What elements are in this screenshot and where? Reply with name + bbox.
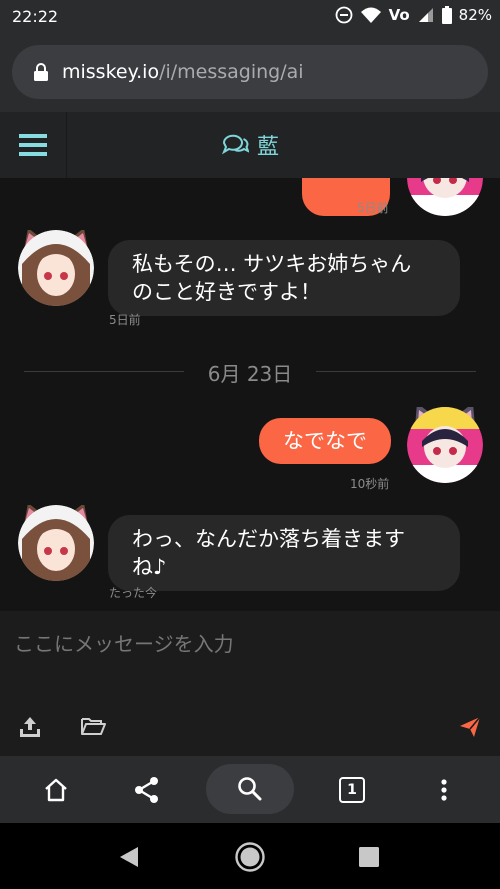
message-list: 5日前 私もその… サツキお姉ちゃん のこと好きですよ！ 5日前 6月 23日 … [0, 178, 500, 611]
browser-toolbar: misskey.io/i/messaging/ai [0, 34, 500, 112]
tab-count: 1 [347, 781, 357, 798]
recents-icon [359, 847, 379, 867]
home-icon [45, 778, 67, 801]
self-avatar-image [407, 403, 483, 483]
ai-avatar-image [18, 503, 94, 581]
ai-avatar-image [18, 228, 94, 306]
battery-level: 82% [458, 6, 492, 24]
message-composer [0, 611, 500, 756]
volte-label: Vo [388, 6, 410, 24]
share-button[interactable] [122, 766, 172, 813]
more-options-button[interactable] [419, 766, 469, 813]
folder-button[interactable] [80, 715, 106, 741]
send-button[interactable] [458, 715, 482, 743]
tabs-icon: 1 [339, 776, 365, 803]
self-avatar-image [407, 178, 483, 216]
message-text: なでなで [283, 429, 367, 453]
share-icon [135, 776, 158, 803]
message-input[interactable] [12, 623, 488, 665]
message-time: たった今 [109, 586, 158, 600]
url-path: /i/messaging/ai [159, 61, 304, 83]
home-circle-icon [235, 842, 265, 872]
date-separator-label: 6月 23日 [207, 362, 293, 386]
page-title-text: 藍 [256, 135, 279, 160]
upload-icon [20, 717, 40, 737]
status-time: 22:22 [12, 7, 59, 26]
lock-icon [34, 63, 48, 81]
wifi-icon [360, 7, 381, 23]
status-bar: 22:22 Vo 82% [0, 0, 500, 34]
message-time: 5日前 [109, 313, 141, 327]
folder-open-icon [81, 718, 106, 735]
avatar-self[interactable] [407, 403, 483, 483]
more-vert-icon [441, 778, 447, 801]
url-bar[interactable]: misskey.io/i/messaging/ai [12, 45, 488, 99]
avatar-ai[interactable] [18, 228, 94, 306]
back-icon [120, 847, 138, 867]
message-text-line: ね♪ [132, 555, 167, 579]
back-button[interactable] [112, 841, 146, 873]
battery-icon [441, 6, 452, 24]
browser-bottom-bar: 1 [0, 756, 500, 823]
message-bubble-incoming[interactable]: わっ、なんだか落ち着きます ね♪ [108, 515, 460, 591]
message-time: 10秒前 [350, 477, 390, 491]
message-bubble-outgoing[interactable]: なでなで [259, 418, 391, 464]
signal-icon [418, 8, 433, 22]
dnd-icon [335, 6, 352, 24]
system-nav-bar [0, 823, 500, 889]
home-button[interactable] [31, 766, 81, 813]
app-header: 藍 [0, 112, 500, 178]
avatar-self[interactable] [407, 178, 483, 216]
message-text-line: わっ、なんだか落ち着きます [132, 527, 405, 551]
search-icon [238, 777, 262, 801]
message-time: 5日前 [357, 201, 389, 215]
search-button[interactable] [206, 764, 294, 814]
date-separator: 6月 23日 [0, 358, 500, 386]
upload-button[interactable] [18, 715, 42, 743]
recents-button[interactable] [352, 841, 386, 873]
avatar-ai[interactable] [18, 503, 94, 581]
status-icons: Vo 82% [335, 6, 492, 24]
url-host: misskey.io [62, 61, 160, 83]
home-nav-button[interactable] [233, 841, 267, 873]
page-title: 藍 [0, 112, 500, 178]
tabs-button[interactable]: 1 [327, 766, 377, 813]
message-text-line: のこと好きですよ！ [132, 280, 321, 304]
message-text-line: 私もその… サツキお姉ちゃん [132, 252, 412, 276]
message-bubble-incoming[interactable]: 私もその… サツキお姉ちゃん のこと好きですよ！ [108, 240, 460, 316]
chat-bubbles-icon [221, 134, 249, 155]
send-icon [460, 716, 481, 737]
